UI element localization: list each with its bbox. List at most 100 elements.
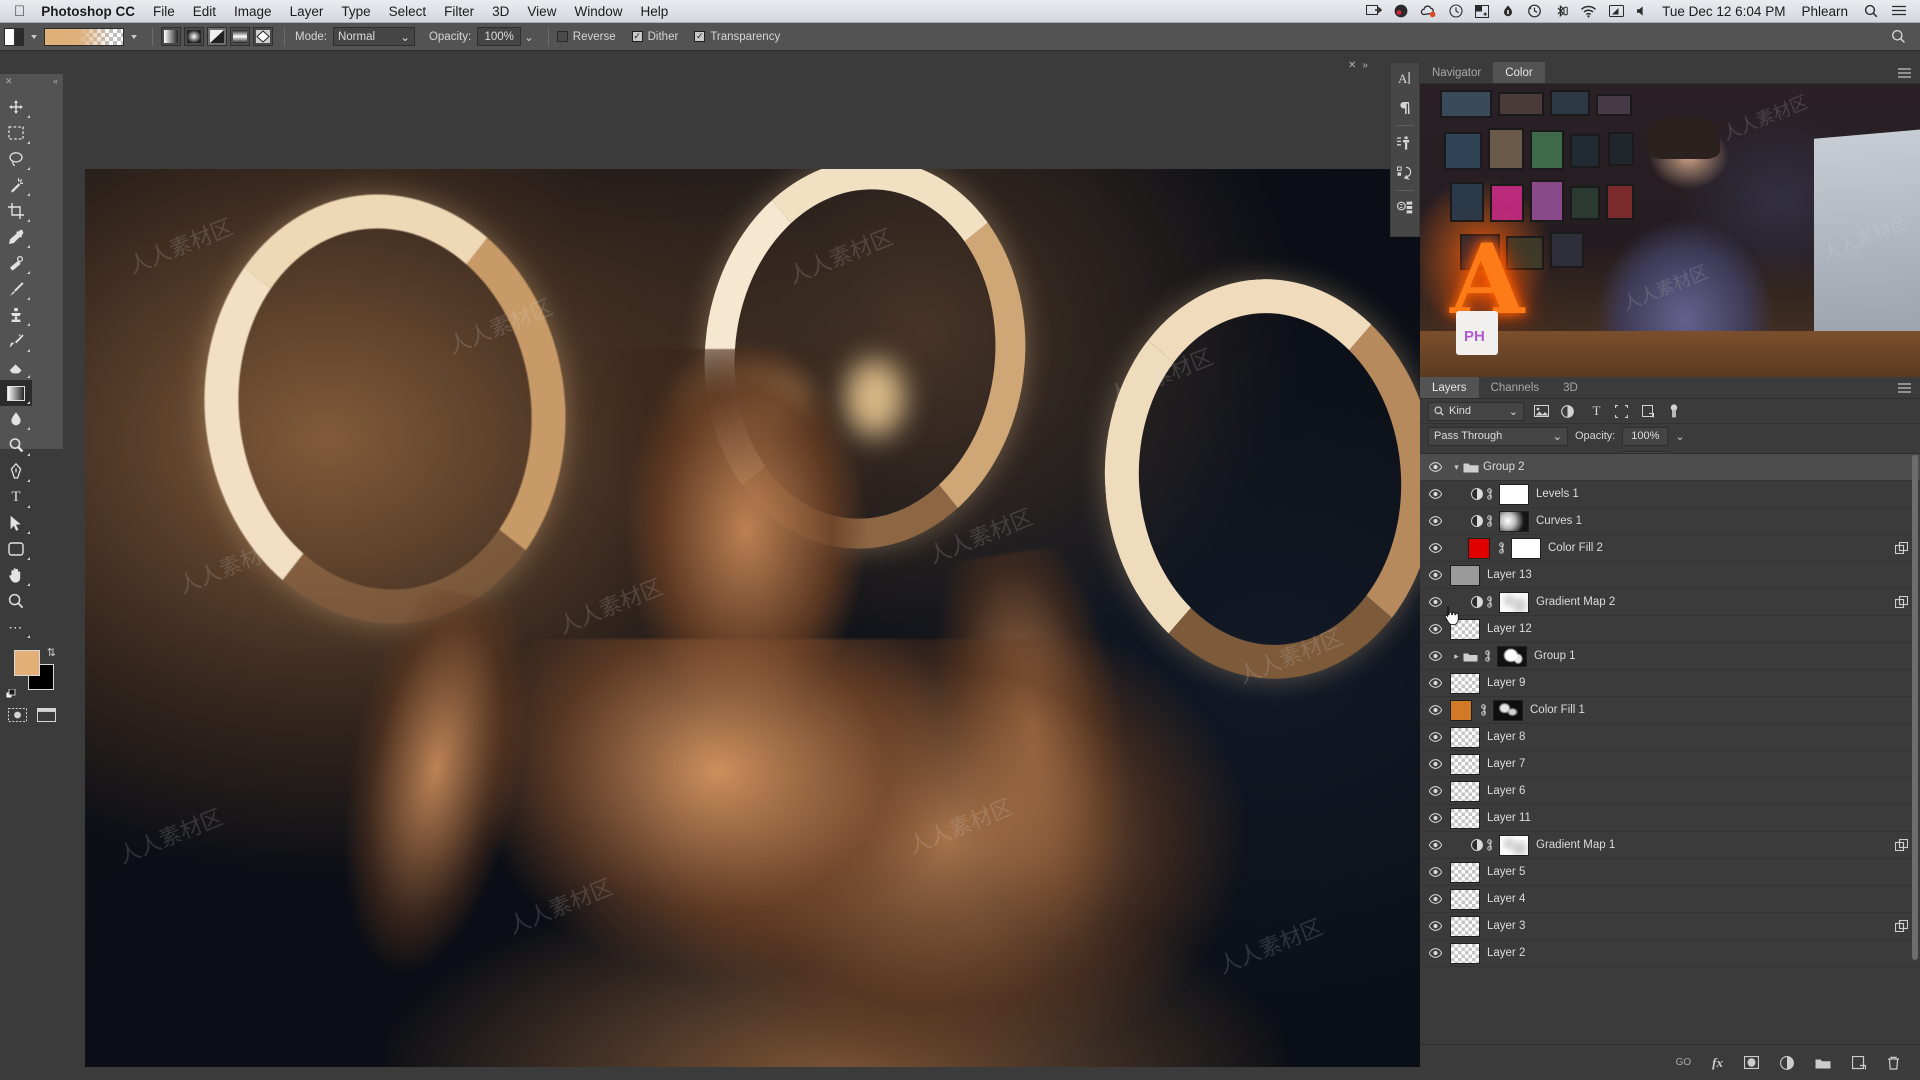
pen-tool[interactable]: [0, 458, 32, 484]
hand-tool[interactable]: [0, 562, 32, 588]
magic-wand-tool[interactable]: [0, 172, 32, 198]
menu-photoshop-cc[interactable]: Photoshop CC: [41, 4, 135, 19]
layer-row[interactable]: Layer 9: [1420, 670, 1920, 697]
layer-mask-thumbnail[interactable]: [1499, 510, 1529, 532]
transparency-checkbox[interactable]: ✓ Transparency: [694, 31, 780, 43]
fill-color-thumbnail[interactable]: [1468, 537, 1490, 559]
radial-gradient-button[interactable]: [184, 27, 204, 46]
group-disclosure-triangle[interactable]: ▸: [1450, 651, 1463, 662]
tab-channels[interactable]: Channels: [1479, 377, 1552, 398]
path-selection-tool[interactable]: [0, 510, 32, 536]
eraser-tool[interactable]: [0, 354, 32, 380]
document-canvas-area[interactable]: 人人素材区 人人素材区 人人素材区 人人素材区 人人素材区 人人素材区 人人素材…: [64, 51, 1420, 1080]
scrollbar-thumb[interactable]: [1912, 455, 1918, 960]
delete-layer-button[interactable]: [1887, 1056, 1900, 1070]
link-mask-icon[interactable]: [1485, 488, 1499, 500]
collapse-panel-icon[interactable]: «: [53, 76, 58, 86]
layer-visibility-toggle[interactable]: [1420, 543, 1450, 553]
reflected-gradient-button[interactable]: [230, 27, 250, 46]
apple-icon[interactable]: : [14, 4, 25, 19]
smart-filter-badge-icon[interactable]: [1895, 920, 1908, 932]
menu-image[interactable]: Image: [234, 4, 272, 19]
filter-adjustment-icon[interactable]: [1561, 404, 1578, 418]
history-panel-icon[interactable]: [1391, 158, 1419, 188]
close-icon[interactable]: ✕: [1348, 60, 1356, 71]
layer-filter-kind-select[interactable]: Kind ⌄: [1428, 401, 1524, 421]
cloud-sync-icon[interactable]: [1420, 5, 1437, 18]
eyedropper-tool[interactable]: [0, 224, 32, 250]
layer-row[interactable]: Layer 8: [1420, 724, 1920, 751]
layer-visibility-toggle[interactable]: [1420, 759, 1450, 769]
rectangle-tool[interactable]: [0, 536, 32, 562]
volume-icon[interactable]: [1636, 5, 1650, 17]
layer-mask-thumbnail[interactable]: [1499, 834, 1529, 856]
bluetooth-icon[interactable]: [1554, 4, 1568, 18]
layer-thumbnail[interactable]: [1450, 915, 1480, 937]
gradient-preset-picker[interactable]: [4, 27, 24, 46]
menu-file[interactable]: File: [153, 4, 175, 19]
lasso-tool[interactable]: [0, 146, 32, 172]
layer-thumbnail[interactable]: [1450, 807, 1480, 829]
screen-mode-icon[interactable]: [36, 708, 56, 722]
quick-mask-icon[interactable]: [7, 708, 27, 722]
grid-icon[interactable]: [1475, 4, 1490, 18]
chevron-down-icon[interactable]: ⌄: [524, 30, 534, 44]
layer-mask-thumbnail[interactable]: [1511, 537, 1541, 559]
layer-style-button[interactable]: fx: [1712, 1055, 1723, 1071]
layer-visibility-toggle[interactable]: [1420, 489, 1450, 499]
menu-edit[interactable]: Edit: [193, 4, 216, 19]
layer-row[interactable]: ▸ Group 1: [1420, 643, 1920, 670]
gradient-swatch[interactable]: [44, 27, 124, 46]
menu-window[interactable]: Window: [574, 4, 622, 19]
battery-icon[interactable]: [1501, 4, 1515, 18]
character-panel-icon[interactable]: A: [1391, 63, 1419, 93]
wifi-icon[interactable]: [1580, 5, 1597, 18]
blend-mode-select[interactable]: Normal ⌄: [332, 27, 415, 46]
layer-thumbnail[interactable]: [1450, 888, 1480, 910]
layer-blend-mode-select[interactable]: Pass Through ⌄: [1428, 426, 1568, 446]
search-icon[interactable]: [1864, 4, 1878, 18]
layer-row[interactable]: Layer 5: [1420, 859, 1920, 886]
layer-thumbnail[interactable]: [1450, 672, 1480, 694]
layer-opacity-input[interactable]: 100%: [1622, 426, 1669, 446]
smart-filter-badge-icon[interactable]: [1895, 542, 1908, 554]
clock-icon[interactable]: [1449, 4, 1463, 18]
layer-row[interactable]: Curves 1: [1420, 508, 1920, 535]
actions-panel-icon[interactable]: [1391, 128, 1419, 158]
layer-row[interactable]: Layer 7: [1420, 751, 1920, 778]
gradient-tool[interactable]: [0, 380, 32, 406]
layer-mask-thumbnail[interactable]: [1499, 483, 1529, 505]
clone-stamp-tool[interactable]: [0, 302, 32, 328]
layer-visibility-toggle[interactable]: [1420, 462, 1450, 472]
layer-visibility-toggle[interactable]: [1420, 678, 1450, 688]
layer-row[interactable]: Layer 6: [1420, 778, 1920, 805]
link-mask-icon[interactable]: [1479, 704, 1493, 716]
layer-visibility-toggle[interactable]: [1420, 813, 1450, 823]
display-icon[interactable]: [1609, 5, 1625, 17]
tab-layers[interactable]: Layers: [1420, 377, 1479, 398]
chevron-down-icon[interactable]: [31, 34, 37, 39]
adjustment-layer-icon[interactable]: [1468, 595, 1485, 609]
layer-row[interactable]: Gradient Map 1: [1420, 832, 1920, 859]
layer-row[interactable]: Layer 4: [1420, 886, 1920, 913]
edit-toolbar-button[interactable]: ⋯: [0, 614, 32, 640]
fill-color-thumbnail[interactable]: [1450, 699, 1472, 721]
layer-thumbnail[interactable]: [1450, 564, 1480, 586]
menubar-clock[interactable]: Tue Dec 12 6:04 PM: [1662, 4, 1785, 19]
layer-thumbnail[interactable]: [1450, 753, 1480, 775]
dither-checkbox[interactable]: ✓ Dither: [631, 31, 678, 43]
menu-layer[interactable]: Layer: [290, 4, 324, 19]
panel-menu-icon[interactable]: [1889, 62, 1920, 83]
layer-mask-thumbnail[interactable]: [1499, 591, 1529, 613]
menu-3d[interactable]: 3D: [492, 4, 509, 19]
rectangular-marquee-tool[interactable]: [0, 120, 32, 146]
menubar-user[interactable]: Phlearn: [1801, 4, 1848, 19]
opacity-input[interactable]: 100%: [477, 27, 522, 46]
layer-thumbnail[interactable]: [1450, 780, 1480, 802]
type-tool[interactable]: T: [0, 484, 32, 510]
chevron-down-icon[interactable]: [131, 34, 137, 39]
layer-visibility-toggle[interactable]: [1420, 786, 1450, 796]
layer-list-scrollbar[interactable]: [1911, 455, 1919, 1042]
new-layer-button[interactable]: [1852, 1055, 1866, 1070]
layer-visibility-toggle[interactable]: [1420, 867, 1450, 877]
